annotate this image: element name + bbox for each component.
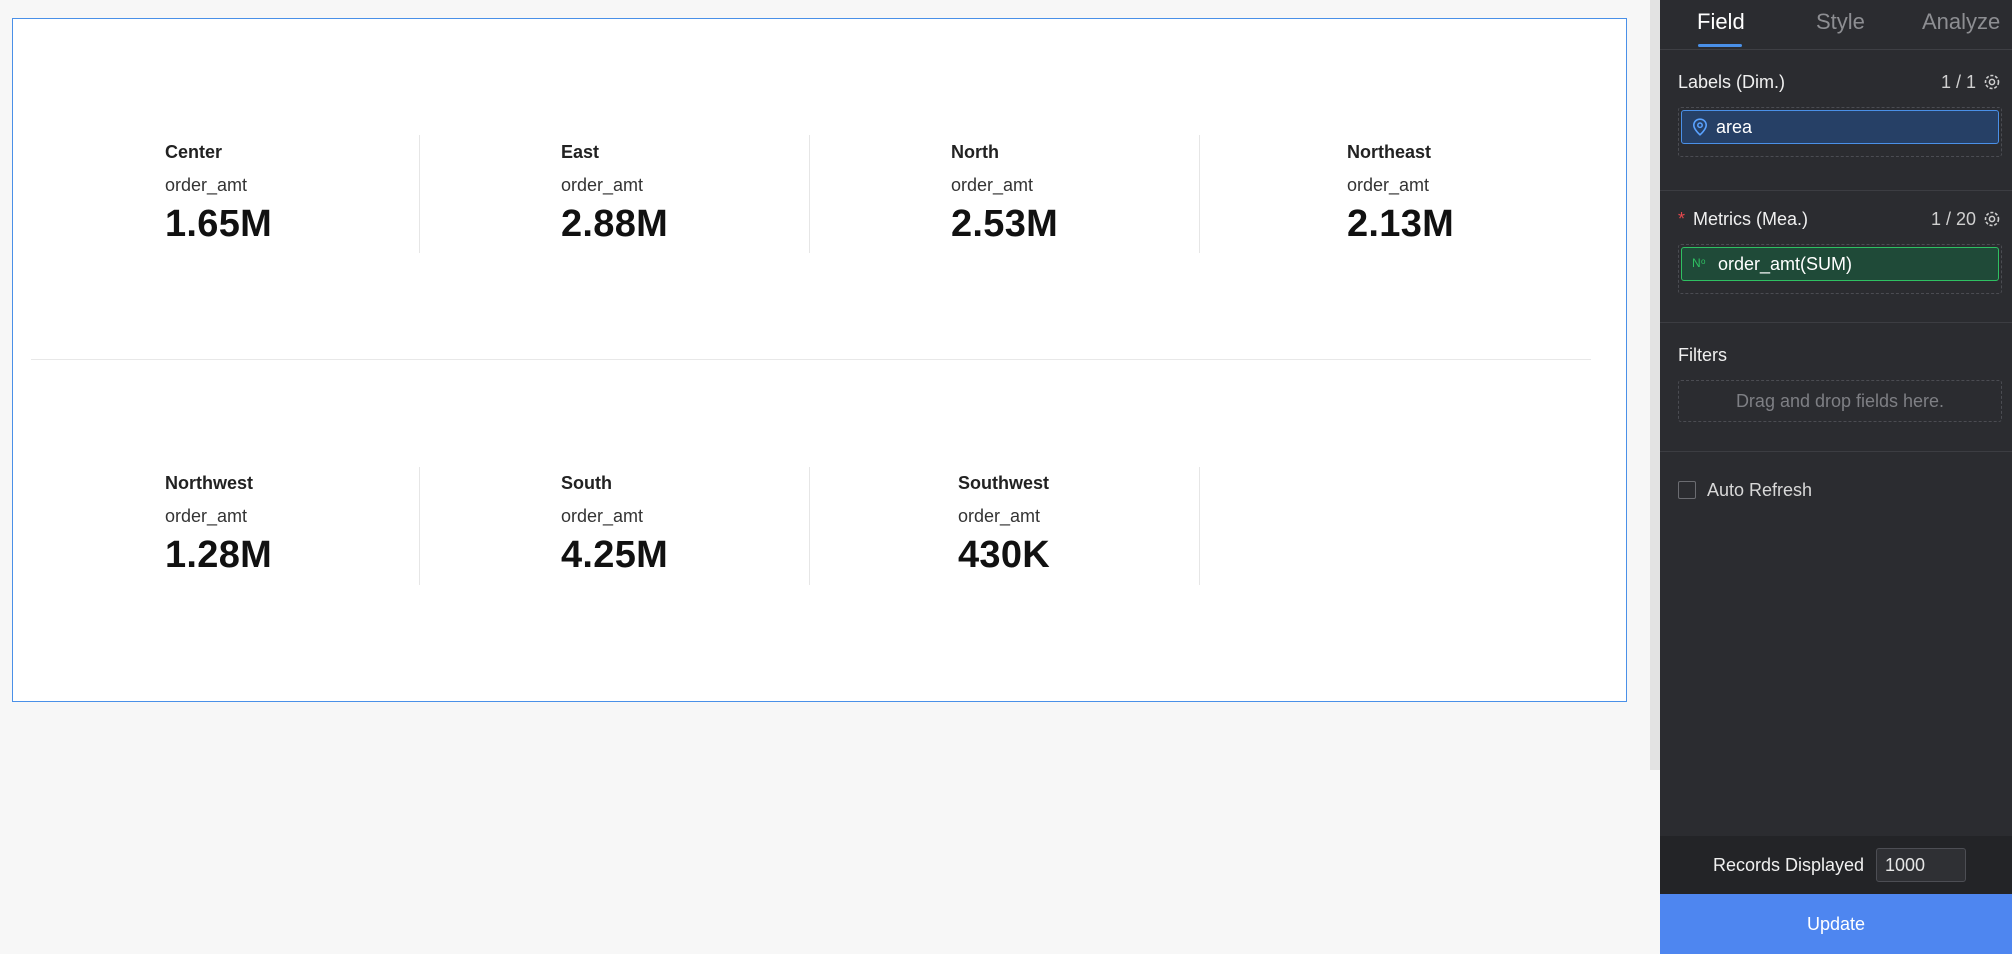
kpi-area-name: East [561,142,600,162]
kpi-value: 2.13M [1347,203,1455,245]
svg-text:o: o [1701,257,1706,266]
section-divider [1660,190,2012,191]
kpi-value: 4.25M [561,534,669,576]
tab-analyze[interactable]: Analyze [1922,9,2000,35]
measure-field-pill[interactable]: N o order_amt(SUM) [1681,247,1999,281]
kpi-metric-name: order_amt [165,175,248,195]
required-mark: * [1678,209,1686,229]
kpi-separator [419,135,420,253]
measure-field-label: order_amt(SUM) [1718,253,1853,274]
location-pin-icon [1692,118,1708,136]
number-icon: N o [1692,256,1710,272]
dimension-field-pill[interactable]: area [1681,110,1999,144]
auto-refresh-checkbox[interactable] [1678,481,1696,499]
update-button[interactable]: Update [1660,894,2012,954]
kpi-area-name: South [561,473,612,493]
records-displayed-input[interactable] [1876,848,1966,882]
gear-icon[interactable] [1982,72,2002,92]
kpi-separator [419,467,420,585]
kpi-separator [1199,135,1200,253]
metrics-dropzone[interactable]: N o order_amt(SUM) [1678,244,2002,294]
kpi-separator [809,467,810,585]
canvas-scrollbar[interactable] [1650,0,1660,770]
filters-dropzone[interactable]: Drag and drop fields here. [1678,380,2002,422]
kpi-metric-name: order_amt [165,506,248,526]
tab-field[interactable]: Field [1697,9,1745,35]
config-panel: Field Style Analyze Labels (Dim.) 1 / 1 … [1660,0,2012,954]
kpi-item: South order_amt 4.25M [561,472,821,577]
kpi-value: 1.65M [165,203,273,245]
kpi-item: Northwest order_amt 1.28M [165,472,425,577]
kpi-area-name: North [951,142,999,162]
kpi-separator [1199,467,1200,585]
kpi-area-name: Northeast [1347,142,1432,162]
kpi-value: 2.53M [951,203,1059,245]
labels-dropzone[interactable]: area [1678,107,2002,157]
kpi-item: Southwest order_amt 430K [958,472,1218,577]
filters-section-title: Filters [1678,345,1727,365]
kpi-item: North order_amt 2.53M [951,141,1211,246]
kpi-metric-name: order_amt [561,506,644,526]
kpi-area-name: Northwest [165,473,254,493]
metrics-count: 1 / 20 [1930,209,1976,229]
active-tab-indicator [1698,44,1742,47]
kpi-area-name: Southwest [958,473,1050,493]
gear-icon[interactable] [1982,209,2002,229]
kpi-value: 1.28M [165,534,273,576]
kpi-item: East order_amt 2.88M [561,141,821,246]
section-divider [1660,451,2012,452]
kpi-metric-name: order_amt [958,506,1041,526]
kpi-metric-name: order_amt [1347,175,1430,195]
records-bar: Records Displayed [1660,836,2012,894]
section-divider [1660,322,2012,323]
tab-style[interactable]: Style [1816,9,1865,35]
dimension-field-label: area [1716,116,1753,137]
kpi-item: Center order_amt 1.65M [165,141,425,246]
labels-count: 1 / 1 [1940,72,1976,92]
kpi-item: Northeast order_amt 2.13M [1347,141,1607,246]
svg-text:N: N [1692,256,1701,270]
metrics-section-title: * Metrics (Mea.) [1678,209,1808,230]
kpi-metric-name: order_amt [561,175,644,195]
records-displayed-label: Records Displayed [1713,855,1865,875]
row-divider [31,359,1591,360]
auto-refresh-label: Auto Refresh [1707,480,1813,500]
filters-drop-hint: Drag and drop fields here. [1735,391,1945,411]
metrics-section-label: Metrics (Mea.) [1693,209,1809,229]
kpi-card-widget[interactable]: Center order_amt 1.65M East order_amt 2.… [12,18,1627,702]
labels-section-title: Labels (Dim.) [1678,72,1786,92]
kpi-value: 430K [958,534,1051,576]
canvas-area: Center order_amt 1.65M East order_amt 2.… [0,0,1660,954]
kpi-separator [809,135,810,253]
panel-tabs: Field Style Analyze [1660,0,2012,50]
kpi-value: 2.88M [561,203,669,245]
kpi-metric-name: order_amt [951,175,1034,195]
kpi-area-name: Center [165,142,223,162]
